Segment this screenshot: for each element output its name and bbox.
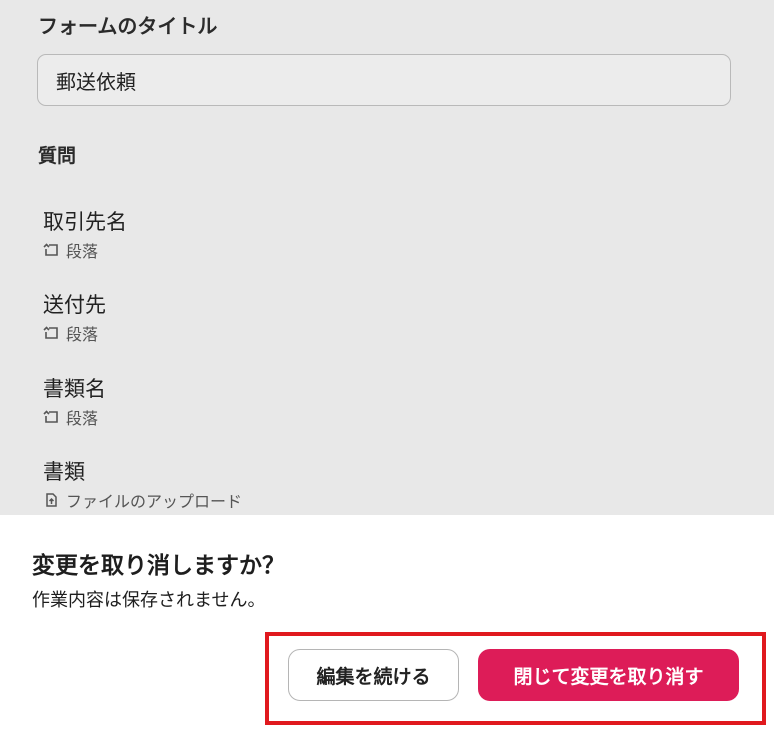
question-type: 段落 <box>43 405 106 429</box>
form-editor-background: フォームのタイトル 質問 取引先名 段落 送付先 段落 書類名 段落 書類 ファ… <box>0 0 774 515</box>
question-type-label: 段落 <box>66 242 99 261</box>
question-type: ファイルのアップロード <box>43 488 242 512</box>
questions-heading: 質問 <box>38 145 77 167</box>
question-type: 段落 <box>43 238 127 262</box>
dialog-title: 変更を取り消しますか？ <box>32 553 285 579</box>
question-item[interactable]: 取引先名 段落 <box>43 208 127 262</box>
question-type-label: ファイルのアップロード <box>66 492 243 511</box>
discard-changes-button[interactable]: 閉じて変更を取り消す <box>478 649 739 701</box>
discard-changes-dialog: 変更を取り消しますか？ 作業内容は保存されません。 編集を続ける 閉じて変更を取… <box>0 515 774 730</box>
question-type-label: 段落 <box>66 325 99 344</box>
question-name: 書類 <box>43 460 85 484</box>
question-type: 段落 <box>43 321 106 345</box>
continue-editing-button[interactable]: 編集を続ける <box>288 649 459 701</box>
question-type-label: 段落 <box>66 409 99 428</box>
form-title-input[interactable] <box>37 54 731 106</box>
file-upload-icon <box>46 493 57 507</box>
paragraph-icon <box>43 410 58 423</box>
question-item[interactable]: 書類名 段落 <box>43 375 106 429</box>
question-name: 送付先 <box>43 293 106 317</box>
question-name: 書類名 <box>43 377 106 401</box>
paragraph-icon <box>43 326 58 339</box>
question-name: 取引先名 <box>43 210 127 234</box>
question-item[interactable]: 送付先 段落 <box>43 291 106 345</box>
paragraph-icon <box>43 243 58 256</box>
dialog-message: 作業内容は保存されません。 <box>32 590 266 611</box>
question-item[interactable]: 書類 ファイルのアップロード <box>43 458 242 512</box>
form-title-label: フォームのタイトル <box>38 14 218 38</box>
